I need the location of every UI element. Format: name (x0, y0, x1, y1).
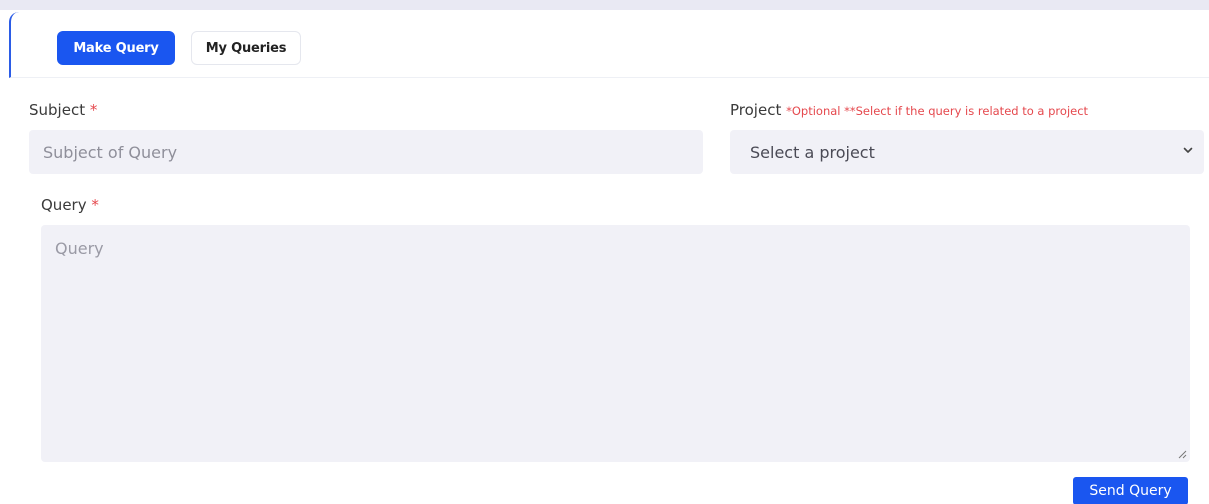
send-query-button[interactable]: Send Query (1073, 477, 1188, 504)
project-select[interactable]: Select a project (730, 130, 1204, 174)
project-label-text: Project (730, 101, 782, 119)
chevron-down-icon (1183, 147, 1193, 153)
project-optional-note: *Optional **Select if the query is relat… (786, 104, 1089, 118)
project-select-value: Select a project (750, 142, 875, 162)
project-label: Project *Optional **Select if the query … (730, 101, 1088, 119)
query-label: Query * (41, 196, 99, 214)
tab-bar: Make Query My Queries (9, 12, 1209, 78)
subject-label: Subject * (29, 101, 97, 119)
query-placeholder: Query (55, 239, 104, 258)
query-page: Make Query My Queries Subject * Project … (0, 0, 1209, 504)
subject-required-mark: * (89, 101, 98, 119)
subject-label-text: Subject (29, 101, 86, 119)
tab-my-queries[interactable]: My Queries (191, 31, 301, 65)
subject-input[interactable]: Subject of Query (29, 130, 703, 174)
query-label-text: Query (41, 196, 87, 214)
top-strip (0, 0, 1209, 10)
query-textarea[interactable]: Query (41, 225, 1190, 462)
subject-placeholder: Subject of Query (43, 142, 178, 162)
tab-make-query[interactable]: Make Query (57, 31, 175, 65)
resize-handle-icon[interactable] (1177, 449, 1187, 459)
query-required-mark: * (91, 196, 99, 214)
